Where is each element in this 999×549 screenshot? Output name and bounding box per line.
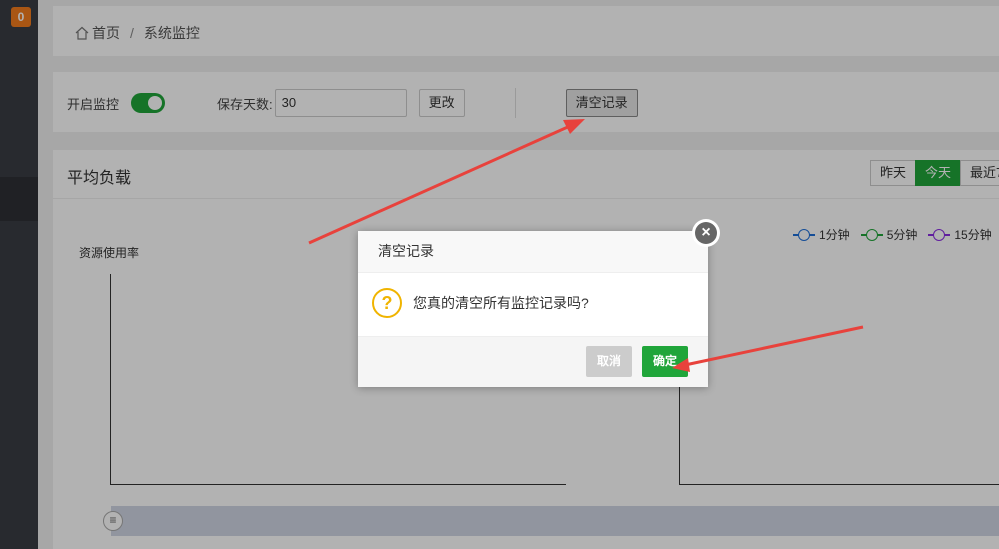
question-icon: ?: [372, 288, 402, 318]
confirm-button[interactable]: 确定: [642, 346, 689, 377]
confirm-dialog: 清空记录 ? 您真的清空所有监控记录吗? 取消 确定: [358, 231, 708, 387]
dialog-close-button[interactable]: ×: [692, 219, 720, 247]
cancel-button[interactable]: 取消: [586, 346, 633, 377]
dialog-title: 清空记录: [358, 231, 708, 273]
dialog-message: 您真的清空所有监控记录吗?: [413, 295, 589, 311]
close-icon: ×: [695, 222, 717, 244]
